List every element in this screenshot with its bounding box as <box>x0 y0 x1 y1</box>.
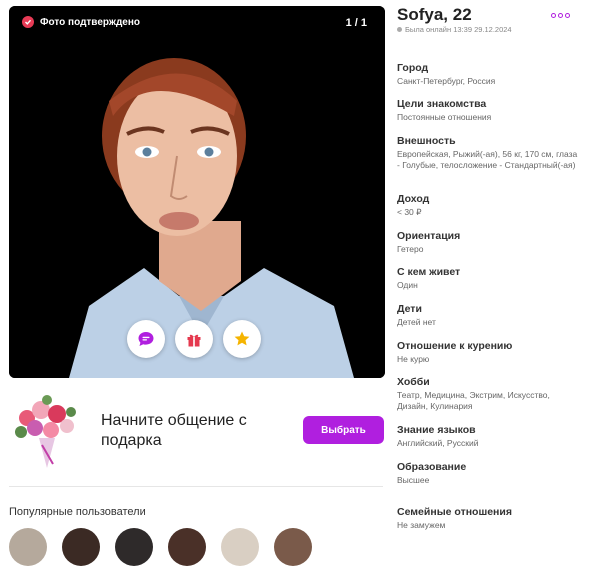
verified-label: Фото подтверждено <box>40 16 141 28</box>
info-value: Высшее <box>397 475 430 485</box>
avatar[interactable] <box>221 528 259 566</box>
info-languages: Знание языков Английский, Русский <box>397 424 582 449</box>
info-label: Хобби <box>397 376 430 388</box>
popular-users-title: Популярные пользователи <box>9 506 146 518</box>
info-label: Город <box>397 62 429 74</box>
info-children: Дети Детей нет <box>397 303 582 328</box>
avatar[interactable] <box>168 528 206 566</box>
verified-badge: Фото подтверждено <box>22 16 140 28</box>
avatar[interactable] <box>9 528 47 566</box>
offline-dot-icon <box>397 27 402 32</box>
favorite-button[interactable] <box>223 320 261 358</box>
info-value: Гетеро <box>397 244 424 254</box>
dot-icon <box>565 13 570 18</box>
bouquet-image <box>15 395 76 468</box>
gift-prompt-text: Начните общение с подарка <box>101 412 247 449</box>
last-online-text: Была онлайн 13:39 29.12.2024 <box>405 25 512 34</box>
profile-photo[interactable]: Фото подтверждено 1 / 1 <box>9 6 385 378</box>
info-label: Знание языков <box>397 424 476 436</box>
info-value: Детей нет <box>397 317 436 327</box>
info-label: Дети <box>397 303 422 315</box>
info-label: С кем живет <box>397 266 461 278</box>
info-label: Отношение к курению <box>397 340 513 352</box>
gift-icon <box>187 334 201 347</box>
dot-icon <box>551 13 556 18</box>
info-goals: Цели знакомства Постоянные отношения <box>397 98 582 123</box>
message-button[interactable] <box>127 320 165 358</box>
info-smoking: Отношение к курению Не курю <box>397 340 582 365</box>
check-icon <box>22 16 34 28</box>
info-label: Семейные отношения <box>397 506 512 518</box>
dot-icon <box>558 13 563 18</box>
avatar[interactable] <box>62 528 100 566</box>
popular-users-list <box>9 528 312 566</box>
info-marital-status: Семейные отношения Не замужем <box>397 506 582 531</box>
info-orientation: Ориентация Гетеро <box>397 230 582 255</box>
choose-gift-button[interactable]: Выбрать <box>303 416 384 444</box>
info-value: Санкт-Петербург, Россия <box>397 76 496 86</box>
info-value: Не замужем <box>397 520 446 530</box>
info-value: Не курю <box>397 354 430 364</box>
info-value: Театр, Медицина, Экстрим, Искусство, Диз… <box>397 390 550 411</box>
info-value: Европейская, Рыжий(-ая), 56 кг, 170 см, … <box>397 149 578 170</box>
info-value: Английский, Русский <box>397 438 479 448</box>
info-value: < 30 ₽ <box>397 207 422 217</box>
info-education: Образование Высшее <box>397 461 582 486</box>
info-label: Внешность <box>397 135 456 147</box>
info-value: Один <box>397 280 418 290</box>
star-icon <box>234 331 250 346</box>
message-icon <box>138 332 154 346</box>
more-options-button[interactable] <box>551 13 570 18</box>
info-appearance: Внешность Европейская, Рыжий(-ая), 56 кг… <box>397 135 582 170</box>
info-label: Доход <box>397 193 430 205</box>
info-hobbies: Хобби Театр, Медицина, Экстрим, Искусств… <box>397 376 582 411</box>
last-online: Была онлайн 13:39 29.12.2024 <box>397 25 512 34</box>
info-lives-with: С кем живет Один <box>397 266 582 291</box>
avatar[interactable] <box>274 528 312 566</box>
gift-button[interactable] <box>175 320 213 358</box>
avatar[interactable] <box>115 528 153 566</box>
info-label: Ориентация <box>397 230 461 242</box>
info-city: Город Санкт-Петербург, Россия <box>397 62 582 87</box>
info-label: Цели знакомства <box>397 98 487 110</box>
info-income: Доход < 30 ₽ <box>397 193 582 218</box>
profile-name: Sofya, 22 <box>397 5 472 24</box>
photo-counter: 1 / 1 <box>345 17 367 29</box>
info-value: Постоянные отношения <box>397 112 492 122</box>
gift-banner: Начните общение с подарка Выбрать <box>9 386 384 487</box>
info-label: Образование <box>397 461 467 473</box>
